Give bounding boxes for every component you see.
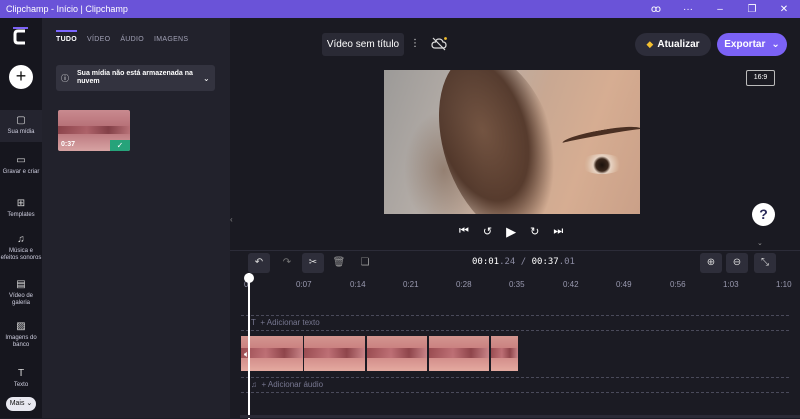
forward-5-icon[interactable]: ↻: [530, 225, 539, 240]
ruler-tick: 0:07: [296, 280, 312, 289]
clipchamp-logo: [13, 27, 28, 45]
video-preview: [384, 70, 640, 214]
cloud-off-icon[interactable]: [431, 37, 447, 51]
audio-track[interactable]: ♫ + Adicionar áudio: [241, 377, 789, 393]
more-button[interactable]: Mais ⌄: [6, 397, 36, 411]
video-clip-segment[interactable]: [367, 336, 429, 371]
fit-timeline-icon[interactable]: ⤡: [754, 253, 776, 273]
split-scissors-icon[interactable]: ✂: [302, 253, 324, 273]
sidebar-item-templates[interactable]: ⊞ Templates: [0, 198, 42, 219]
media-tabs: TUDO VÍDEO ÁUDIO IMAGENS: [56, 30, 188, 47]
tab-audio[interactable]: ÁUDIO: [120, 36, 144, 47]
skip-back-icon[interactable]: ⏮: [459, 225, 469, 240]
video-track[interactable]: [241, 336, 518, 371]
play-icon[interactable]: ▶: [506, 224, 516, 240]
window-title: Clipchamp - Início | Clipchamp: [6, 4, 128, 14]
video-frame-eyebrow: [561, 123, 640, 149]
ruler-tick: 0:28: [456, 280, 472, 289]
camera-icon: ▭: [16, 155, 26, 166]
video-clip-segment[interactable]: [491, 336, 518, 371]
minimize-icon[interactable]: –: [704, 0, 736, 18]
left-rail: + ▢ Sua mídia ▭ Gravar e criar ⊞ Templat…: [0, 18, 42, 418]
settings-icon[interactable]: ꝏ: [640, 0, 672, 18]
info-icon: ⓘ: [61, 73, 69, 83]
chevron-down-icon[interactable]: ⌄: [203, 74, 210, 83]
ruler-tick: 1:03: [723, 280, 739, 289]
playhead[interactable]: [244, 273, 254, 419]
more-icon[interactable]: ···: [672, 0, 704, 18]
video-clip-segment[interactable]: [429, 336, 491, 371]
sidebar-item-stock-images[interactable]: ▨ Imagens do banco: [0, 321, 42, 349]
media-item[interactable]: 0:37 ✓: [58, 110, 130, 151]
video-clip-segment[interactable]: [241, 336, 305, 371]
add-audio-label: ♫ + Adicionar áudio: [251, 380, 324, 389]
playhead-handle[interactable]: [244, 273, 254, 283]
sidebar-item-music[interactable]: ♫ Música e efeitos sonoros: [0, 234, 42, 262]
timeline-panel: ↶ ↷ ✂ 🗑 ❏ 00:01.24 / 00:37.01 ⊕ ⊖ ⤡ 0 0:…: [230, 250, 800, 419]
text-track[interactable]: T + Adicionar texto: [241, 315, 789, 331]
video-frame-eye: [580, 154, 624, 174]
ruler-tick: 0:56: [670, 280, 686, 289]
thumbnail-image: [58, 126, 130, 134]
close-icon[interactable]: ✕: [768, 0, 800, 18]
ruler-tick: 0:49: [616, 280, 632, 289]
undo-icon[interactable]: ↶: [248, 253, 270, 273]
upgrade-button[interactable]: ◆ Atualizar: [635, 33, 711, 56]
timeline-toolbar: ↶ ↷ ✂ 🗑 ❏ 00:01.24 / 00:37.01 ⊕ ⊖ ⤡: [230, 251, 800, 275]
music-icon: ♫: [17, 234, 25, 245]
sidebar-item-stock-video[interactable]: ▤ Vídeo de galeria: [0, 279, 42, 307]
redo-icon[interactable]: ↷: [276, 253, 298, 273]
title-bar: Clipchamp - Início | Clipchamp ꝏ ··· – ❐…: [0, 0, 800, 18]
text-track-icon: T: [251, 318, 261, 327]
delete-icon[interactable]: 🗑: [328, 253, 350, 273]
media-panel: TUDO VÍDEO ÁUDIO IMAGENS ⓘ Sua mídia não…: [42, 18, 230, 418]
music-note-icon: ♫: [251, 380, 262, 389]
check-icon: ✓: [110, 140, 130, 151]
rewind-5-icon[interactable]: ↺: [483, 225, 492, 240]
cloud-storage-notice[interactable]: ⓘ Sua mídia não está armazenada na nuvem…: [56, 65, 215, 91]
sidebar-item-text[interactable]: T Texto: [0, 368, 42, 389]
duplicate-icon[interactable]: ❏: [354, 253, 376, 273]
ruler-tick: 0:35: [509, 280, 525, 289]
ruler-tick: 0:42: [563, 280, 579, 289]
image-icon: ▨: [16, 321, 26, 332]
add-media-button[interactable]: +: [9, 65, 33, 89]
tab-images[interactable]: IMAGENS: [154, 36, 188, 47]
media-duration: 0:37: [61, 141, 76, 148]
chevron-down-icon: ⌄: [771, 39, 780, 50]
ruler-tick: 1:10: [776, 280, 792, 289]
project-title[interactable]: Vídeo sem título: [322, 33, 404, 56]
diamond-icon: ◆: [646, 39, 654, 49]
help-button[interactable]: ?: [752, 203, 775, 226]
timeline-ruler[interactable]: 0 0:07 0:14 0:21 0:28 0:35 0:42 0:49 0:5…: [230, 275, 800, 297]
folder-icon: ▢: [16, 115, 26, 126]
sidebar-item-your-media[interactable]: ▢ Sua mídia: [0, 110, 42, 142]
tab-all[interactable]: TUDO: [56, 30, 78, 47]
zoom-in-icon[interactable]: ⊕: [700, 253, 722, 273]
collapse-down-icon[interactable]: ⌄: [757, 239, 763, 247]
film-icon: ▤: [16, 279, 26, 290]
skip-forward-icon[interactable]: ⏭: [553, 225, 563, 240]
tab-video[interactable]: VÍDEO: [87, 36, 110, 47]
sidebar-item-record-create[interactable]: ▭ Gravar e criar: [0, 155, 42, 176]
export-button[interactable]: Exportar ⌄: [717, 33, 787, 56]
timecode: 00:01.24 / 00:37.01: [472, 257, 575, 267]
maximize-icon[interactable]: ❐: [736, 0, 768, 18]
window-controls: ꝏ ··· – ❐ ✕: [640, 0, 800, 18]
ruler-tick: 0:21: [403, 280, 419, 289]
aspect-ratio-button[interactable]: 16:9: [746, 70, 775, 86]
video-clip-segment[interactable]: [304, 336, 367, 371]
collapse-panel-icon[interactable]: ‹: [230, 212, 238, 228]
templates-icon: ⊞: [16, 198, 26, 209]
kebab-menu-icon[interactable]: ⋮: [410, 38, 420, 49]
add-text-label: T + Adicionar texto: [251, 318, 320, 327]
ruler-tick: 0:14: [350, 280, 366, 289]
notice-text: Sua mídia não está armazenada na nuvem: [77, 70, 193, 85]
playback-controls: ⏮ ↺ ▶ ↻ ⏭: [459, 224, 563, 240]
text-icon: T: [17, 368, 25, 379]
zoom-out-icon[interactable]: ⊖: [726, 253, 748, 273]
